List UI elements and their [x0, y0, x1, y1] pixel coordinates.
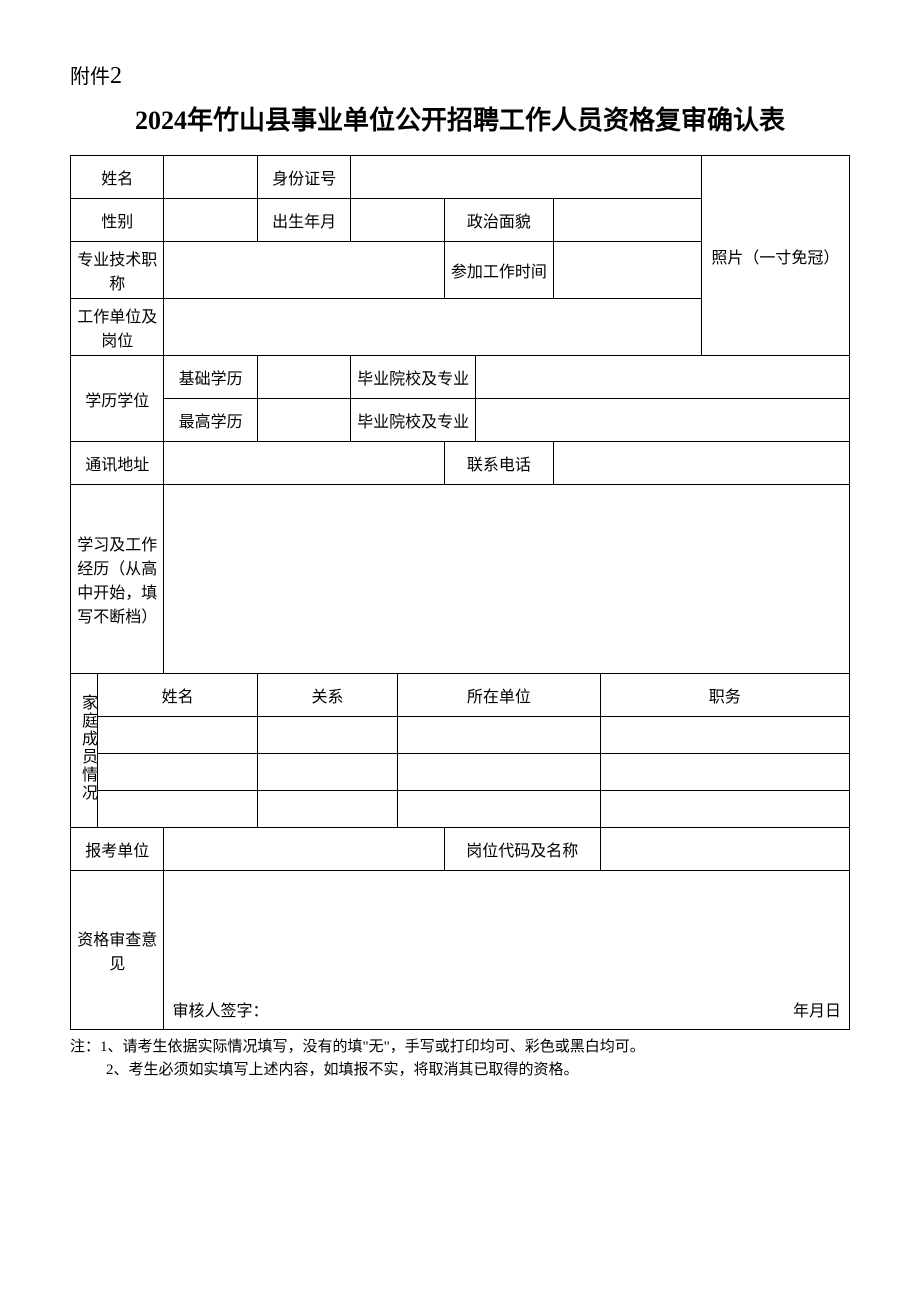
attachment-prefix: 附件 [70, 66, 110, 88]
label-experience: 学习及工作经历（从高中开始，填写不断档） [71, 485, 164, 674]
value-work-start [553, 242, 701, 299]
notes-prefix: 注： [70, 1039, 100, 1055]
label-fam-duty: 职务 [600, 674, 849, 717]
label-basic-edu: 基础学历 [164, 356, 257, 399]
fam-row-relation [257, 754, 397, 791]
value-name [164, 156, 257, 199]
fam-row-relation [257, 717, 397, 754]
label-work-unit-post: 工作单位及岗位 [71, 299, 164, 356]
fam-row-unit [398, 754, 601, 791]
label-post-code-name: 岗位代码及名称 [444, 828, 600, 871]
attachment-label: 附件2 [70, 60, 850, 90]
label-gender: 性别 [71, 199, 164, 242]
reviewer-sign-label: 审核人签字： [172, 997, 268, 1021]
value-birth [351, 199, 444, 242]
fam-row-relation [257, 791, 397, 828]
label-fam-unit: 所在单位 [398, 674, 601, 717]
fam-row-unit [398, 791, 601, 828]
label-fam-name: 姓名 [98, 674, 258, 717]
value-address [164, 442, 444, 485]
label-grad-school-1: 毕业院校及专业 [351, 356, 476, 399]
attachment-number: 2 [110, 63, 122, 89]
fam-row-unit [398, 717, 601, 754]
label-name: 姓名 [71, 156, 164, 199]
label-birth: 出生年月 [257, 199, 350, 242]
label-address: 通讯地址 [71, 442, 164, 485]
notes-block: 注：1、请考生依据实际情况填写，没有的填"无"，手写或打印均可、彩色或黑白均可。… [70, 1036, 850, 1081]
value-experience [164, 485, 850, 674]
label-pro-title: 专业技术职称 [71, 242, 164, 299]
value-highest-edu [257, 399, 350, 442]
value-basic-edu [257, 356, 350, 399]
review-opinion-cell: 审核人签字： 年月日 [164, 871, 850, 1030]
label-grad-school-2: 毕业院校及专业 [351, 399, 476, 442]
label-phone: 联系电话 [444, 442, 553, 485]
fam-row-duty [600, 717, 849, 754]
photo-placeholder: 照片（一寸免冠） [701, 156, 849, 356]
form-table: 姓名 身份证号 照片（一寸免冠） 性别 出生年月 政治面貌 专业技术职称 参加工… [70, 155, 850, 1030]
label-edu-degree: 学历学位 [71, 356, 164, 442]
label-review-opinion: 资格审查意见 [71, 871, 164, 1030]
page-title: 2024年竹山县事业单位公开招聘工作人员资格复审确认表 [70, 100, 850, 137]
value-gender [164, 199, 257, 242]
value-basic-school [475, 356, 849, 399]
fam-row-duty [600, 754, 849, 791]
label-family: 家庭成员情况 [71, 674, 98, 828]
value-highest-school [475, 399, 849, 442]
fam-row-name [98, 717, 258, 754]
label-apply-unit: 报考单位 [71, 828, 164, 871]
value-political [553, 199, 701, 242]
value-phone [553, 442, 849, 485]
value-pro-title [164, 242, 444, 299]
label-work-start: 参加工作时间 [444, 242, 553, 299]
value-work-unit-post [164, 299, 701, 356]
note-1: 1、请考生依据实际情况填写，没有的填"无"，手写或打印均可、彩色或黑白均可。 [100, 1039, 645, 1055]
fam-row-name [98, 754, 258, 791]
fam-row-name [98, 791, 258, 828]
label-political: 政治面貌 [444, 199, 553, 242]
value-id-no [351, 156, 702, 199]
fam-row-duty [600, 791, 849, 828]
value-apply-unit [164, 828, 444, 871]
date-ymd-label: 年月日 [793, 997, 841, 1021]
note-2: 2、考生必须如实填写上述内容，如填报不实，将取消其已取得的资格。 [70, 1059, 850, 1082]
label-fam-relation: 关系 [257, 674, 397, 717]
label-family-text: 家庭成员情况 [75, 694, 99, 802]
label-highest-edu: 最高学历 [164, 399, 257, 442]
value-post-code-name [600, 828, 849, 871]
label-id-no: 身份证号 [257, 156, 350, 199]
